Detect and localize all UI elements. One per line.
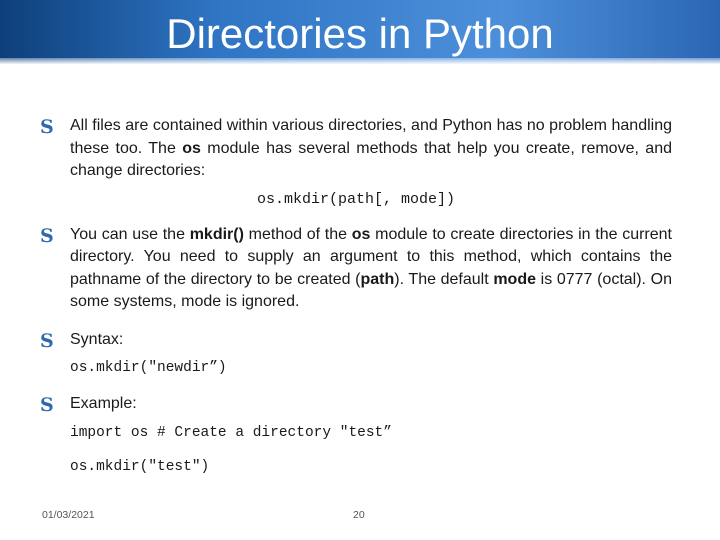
- bold-path: path: [360, 270, 395, 288]
- bullet-mkdir: S You can use the mkdir() method of the …: [40, 224, 672, 314]
- bullet-mkdir-text: ). The default: [394, 270, 494, 288]
- bullet-syntax: S Syntax:: [40, 329, 672, 352]
- bullet-icon: S: [40, 116, 54, 138]
- code-example-line1: import os # Create a directory "test”: [70, 424, 392, 441]
- slide-content: S All files are contained within various…: [40, 115, 672, 477]
- code-syntax: os.mkdir("newdir”): [70, 360, 227, 376]
- footer-date: 01/03/2021: [42, 509, 95, 521]
- bold-mkdir: mkdir(): [189, 225, 244, 243]
- bullet-icon: S: [40, 394, 54, 416]
- code-example-line2: os.mkdir("test"): [70, 458, 210, 475]
- bullet-icon: S: [40, 329, 54, 352]
- code-mkdir-signature: os.mkdir(path[, mode]): [256, 190, 456, 208]
- bold-mode: mode: [493, 270, 536, 288]
- bullet-intro: S All files are contained within various…: [40, 115, 672, 183]
- page-number: 20: [353, 509, 365, 521]
- slide-title: Directories in Python: [166, 10, 554, 57]
- bold-os: os: [351, 225, 371, 243]
- bullet-syntax-text: Syntax:: [70, 330, 124, 348]
- bullet-mkdir-text: You can use the: [70, 225, 190, 243]
- bullet-mkdir-text: method of the: [243, 225, 352, 243]
- bullet-example: S Example:: [40, 393, 672, 416]
- bullet-example-text: Example:: [70, 395, 137, 412]
- bold-os: os: [182, 139, 201, 157]
- bullet-icon: S: [40, 224, 54, 247]
